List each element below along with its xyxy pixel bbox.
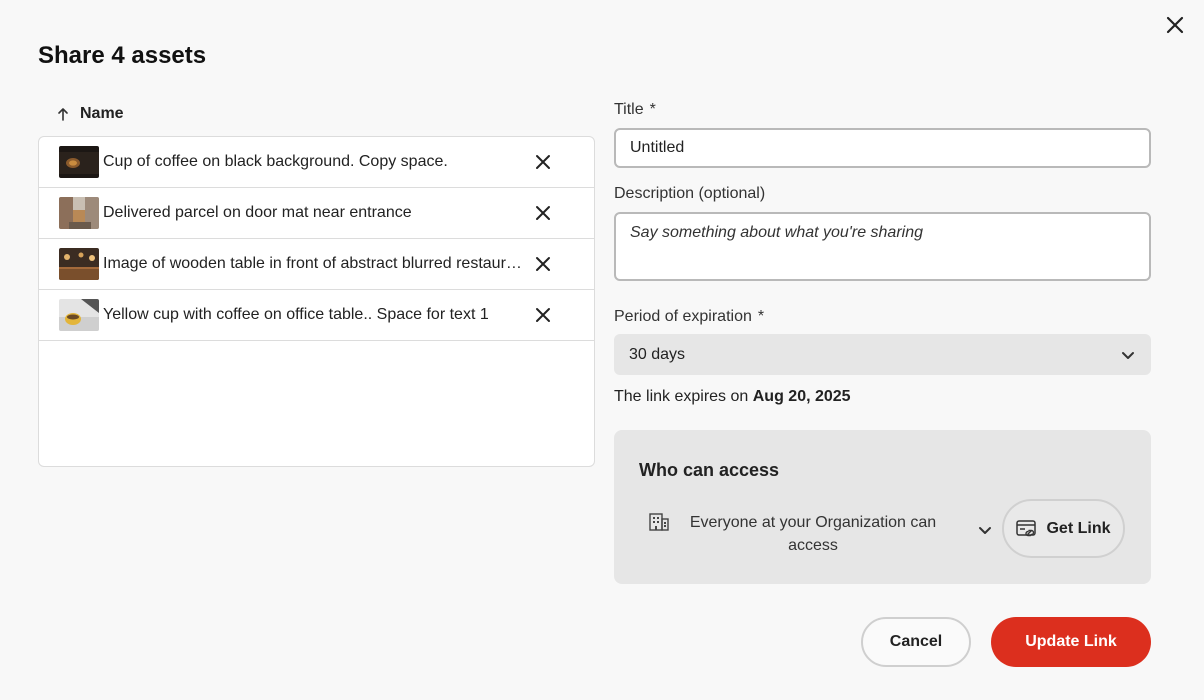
asset-name: Delivered parcel on door mat near entran… <box>103 204 412 221</box>
close-icon <box>536 155 550 169</box>
dialog-title: Share 4 assets <box>38 42 207 69</box>
remove-asset-button[interactable] <box>532 253 554 275</box>
expiration-note: The link expires on Aug 20, 2025 <box>614 388 851 405</box>
close-icon <box>1166 16 1184 34</box>
access-title: Who can access <box>639 460 780 480</box>
remove-asset-button[interactable] <box>532 202 554 224</box>
close-icon <box>536 206 550 220</box>
title-input[interactable]: Untitled <box>614 128 1151 168</box>
access-panel: Who can access Everyone at your Organiza… <box>614 430 1151 584</box>
required-mark: * <box>649 101 656 118</box>
asset-list: Cup of coffee on black background. Copy … <box>38 136 595 467</box>
coffee-cup-thumbnail <box>59 146 99 178</box>
asset-row: Delivered parcel on door mat near entran… <box>39 188 594 239</box>
link-card-icon <box>1016 519 1037 536</box>
remove-asset-button[interactable] <box>532 151 554 173</box>
asset-name: Yellow cup with coffee on office table..… <box>103 306 489 323</box>
parcel-thumbnail <box>59 197 99 229</box>
yellow-cup-thumbnail <box>59 299 99 331</box>
close-icon <box>536 257 550 271</box>
get-link-button[interactable]: Get Link <box>1002 499 1125 558</box>
chevron-down-icon <box>1122 352 1134 359</box>
required-mark: * <box>757 308 765 325</box>
chevron-down-icon[interactable] <box>977 522 993 538</box>
name-column-header[interactable]: Name <box>56 105 124 123</box>
expiration-select[interactable]: 30 days <box>614 334 1151 375</box>
asset-row: Yellow cup with coffee on office table..… <box>39 290 594 341</box>
update-link-button[interactable]: Update Link <box>991 617 1151 667</box>
organization-icon <box>649 513 669 531</box>
expiration-value: 30 days <box>629 345 686 363</box>
expiration-date: Aug 20, 2025 <box>752 388 851 405</box>
asset-row: Cup of coffee on black background. Copy … <box>39 137 594 188</box>
description-label: Description (optional) <box>614 185 766 202</box>
close-button[interactable] <box>1160 10 1190 40</box>
asset-name: Image of wooden table in front of abstra… <box>103 255 523 272</box>
remove-asset-button[interactable] <box>532 304 554 326</box>
title-label: Title * <box>614 101 656 118</box>
cancel-button[interactable]: Cancel <box>861 617 971 667</box>
description-input[interactable]: Say something about what you're sharing <box>614 212 1151 281</box>
wooden-table-thumbnail <box>59 248 99 280</box>
access-scope-text: Everyone at your Organization can access <box>689 514 937 554</box>
get-link-label: Get Link <box>1046 519 1111 537</box>
asset-name: Cup of coffee on black background. Copy … <box>103 153 448 170</box>
close-icon <box>536 308 550 322</box>
expiration-label: Period of expiration * <box>614 308 765 325</box>
arrow-up-icon <box>56 107 70 121</box>
asset-row: Image of wooden table in front of abstra… <box>39 239 594 290</box>
name-column-label: Name <box>80 105 124 122</box>
